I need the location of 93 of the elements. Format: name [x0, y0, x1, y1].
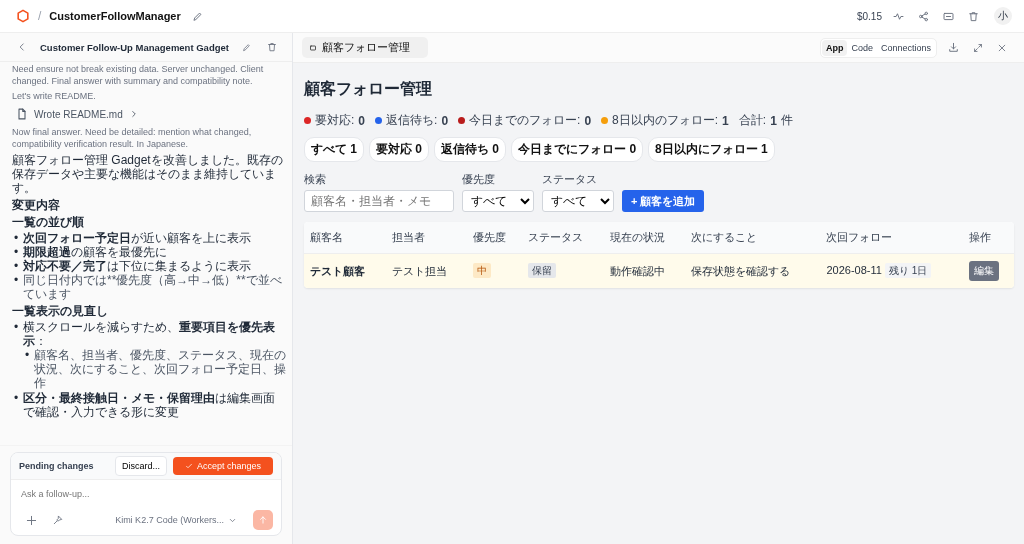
column-header: 顧客名: [310, 231, 343, 243]
filter-chip[interactable]: 今日までにフォロー 0: [511, 137, 644, 162]
bullet-mark: •: [12, 259, 20, 273]
total-unit: 件: [780, 112, 793, 129]
reasoning-text: Let's write README.: [12, 90, 97, 102]
cost-label: $0.15: [856, 10, 882, 22]
remaining-badge: 残り 1日: [884, 263, 932, 278]
bullet-mark: •: [12, 391, 20, 407]
stat-label: 要対応:: [315, 112, 355, 129]
answer-paragraph: 顧客フォロー管理 Gadgetを改善しました。既存の保存データや主要な機能はそのまま維持しています。: [12, 153, 284, 195]
column-header: ステータス: [528, 231, 584, 243]
pencil-icon: [191, 10, 203, 22]
stat-value: 0: [441, 113, 449, 128]
expand-icon: [973, 42, 983, 53]
status-label: ステータス: [542, 172, 598, 187]
pending-label: Pending changes: [19, 461, 95, 471]
edit-button[interactable]: 編集: [968, 261, 999, 281]
status-select[interactable]: すべて: [542, 190, 614, 212]
table-cell: テスト顧客: [310, 264, 365, 277]
bullet-mark: •: [12, 273, 20, 289]
filter-chip[interactable]: 8日以内にフォロー 1: [648, 137, 775, 162]
discard-button[interactable]: Discard...: [114, 456, 167, 476]
total-label: 合計:: [738, 112, 767, 129]
stat-value: 0: [358, 113, 366, 128]
breadcrumb-separator: /: [38, 9, 42, 23]
composer-card[interactable]: Pending changes Discard... Accept changes Ask a follow-up... Kimi K2.7 Code (Workers...: [10, 452, 282, 536]
column-header: 担当者: [391, 231, 425, 243]
chevron-left-icon: [17, 42, 27, 52]
filter-chip[interactable]: 返信待ち 0: [434, 137, 507, 162]
filter-chip[interactable]: すべて 1: [304, 137, 364, 162]
page-title: 顧客フォロー管理: [304, 79, 433, 99]
total-value: 1: [770, 113, 777, 128]
table-cell: 動作確認中: [609, 264, 665, 277]
stat-label: 返信待ち:: [386, 112, 438, 129]
list-item: 次回フォロー予定日が近い顧客を上に表示: [23, 231, 252, 245]
close-icon: [997, 42, 1007, 53]
search-field[interactable]: 顧客名・担当者・メモ: [304, 190, 454, 212]
card-icon: [943, 10, 954, 22]
stat-value: 1: [722, 113, 729, 128]
list-item: 横スクロールを減らすため、重要項目を優先表示：: [23, 320, 276, 348]
subsection-heading: 一覧表示の見直し: [12, 304, 109, 318]
view-tab[interactable]: App: [821, 39, 848, 56]
table-cell: テスト担当: [391, 264, 447, 277]
project-name: CustomerFollowManager: [49, 10, 181, 22]
priority-badge: 中: [473, 263, 492, 278]
arrow-up-icon: [258, 515, 268, 525]
status-badge: 保留: [528, 263, 557, 278]
share-icon: [918, 10, 929, 22]
trash-icon: [266, 42, 277, 52]
download-icon: [948, 42, 959, 53]
priority-select[interactable]: すべて: [462, 190, 534, 212]
column-header: 次にすること: [691, 231, 758, 243]
view-tab[interactable]: Connections: [876, 39, 935, 56]
hexagon-logo-icon: [16, 9, 30, 23]
bullet-mark: •: [12, 245, 20, 259]
filter-chip[interactable]: 要対応 0: [369, 137, 430, 162]
stat-label: 8日以内のフォロー:: [612, 112, 719, 129]
subsection-heading: 一覧の並び順: [12, 215, 85, 229]
brush-icon: [53, 515, 63, 525]
bullet-mark: •: [12, 231, 20, 245]
plus-icon: [26, 514, 37, 526]
column-header: 次回フォロー: [826, 231, 893, 243]
bullet-mark: •: [23, 348, 31, 364]
trash-icon: [968, 10, 979, 22]
column-header: 操作: [968, 231, 991, 243]
section-heading: 変更内容: [12, 198, 61, 212]
column-header: 優先度: [473, 231, 507, 243]
column-header: 現在の状況: [609, 231, 665, 243]
table-cell: 保存状態を確認する: [691, 264, 791, 277]
add-customer-button[interactable]: + 顧客を追加: [622, 190, 705, 212]
preview-tab[interactable]: 顧客フォロー管理: [302, 37, 428, 58]
file-icon: [16, 108, 28, 120]
list-item: 対応不要／完了は下位に集まるように表示: [23, 259, 252, 273]
list-item: 同じ日付内では**優先度（高→中→低）**で並べています: [23, 273, 283, 301]
stat-label: 今日までのフォロー:: [469, 112, 581, 129]
reasoning-text: Now final answer. Need be detailed: mention what changed, compatibility verification result. In Japanese.: [12, 126, 253, 150]
view-tab[interactable]: Code: [847, 39, 877, 56]
stat-value: 0: [584, 113, 592, 128]
user-avatar[interactable]: 小: [994, 7, 1012, 25]
pencil-icon: [241, 42, 251, 52]
list-item: 期限超過の顧客を最優先に: [23, 245, 168, 259]
list-item: 区分・最終接触日・メモ・保留理由は編集画面で確認・入力できる形に変更: [23, 391, 276, 419]
priority-label: 優先度: [462, 172, 496, 187]
model-selector[interactable]: Kimi K2.7 Code (Workers...: [109, 514, 243, 526]
table-cell: 2026-08-11: [826, 264, 882, 276]
bullet-mark: •: [12, 320, 20, 336]
check-icon: [184, 462, 193, 470]
file-entry[interactable]: Wrote README.md: [16, 105, 139, 123]
activity-icon: [893, 10, 904, 22]
chat-title: Customer Follow-Up Management Gadget: [40, 41, 229, 53]
search-label: 検索: [304, 172, 327, 187]
reasoning-text: Need ensure not break existing data. Server unchanged. Client changed. Final answer with summary and compatibility note.: [12, 63, 265, 87]
list-item: 顧客名、担当者、優先度、ステータス、現在の状況、次にすること、次回フォロー予定日、操作: [34, 348, 286, 390]
